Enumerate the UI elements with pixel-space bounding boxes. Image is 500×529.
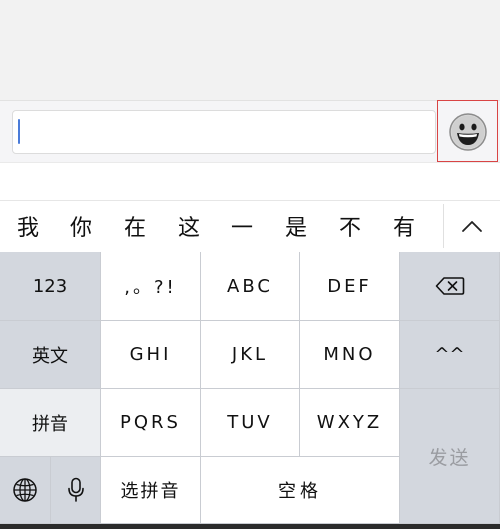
candidate-2[interactable]: 你 [61, 200, 101, 252]
message-input[interactable] [12, 110, 436, 154]
backspace-icon [435, 277, 464, 295]
smiley-face-icon [449, 113, 487, 151]
send-key[interactable]: 发送 [400, 389, 500, 524]
space-key[interactable]: 空格 [201, 457, 400, 524]
candidate-7[interactable]: 不 [330, 200, 370, 252]
def-key[interactable]: DEF [300, 252, 400, 321]
delete-key[interactable] [400, 252, 500, 321]
abc-key[interactable]: ABC [201, 252, 300, 321]
ghi-key[interactable]: GHI [101, 321, 201, 389]
candidate-4[interactable]: 这 [169, 200, 209, 252]
wxyz-key[interactable]: WXYZ [300, 389, 400, 457]
pqrs-key[interactable]: PQRS [101, 389, 201, 457]
numbers-key[interactable]: 123 [0, 252, 101, 321]
microphone-key[interactable] [51, 457, 101, 524]
candidate-3[interactable]: 在 [115, 200, 155, 252]
emoji-button[interactable] [437, 100, 498, 162]
expand-candidates-button[interactable] [444, 200, 500, 252]
jkl-key[interactable]: JKL [201, 321, 300, 389]
candidate-8[interactable]: 有 [384, 200, 424, 252]
bottom-edge [0, 524, 500, 529]
chevron-up-icon [462, 221, 482, 232]
spacer-strip [0, 162, 500, 200]
candidate-1[interactable]: 我 [8, 200, 48, 252]
english-key[interactable]: 英文 [0, 321, 101, 389]
microphone-icon [67, 477, 84, 502]
candidate-6[interactable]: 是 [276, 200, 316, 252]
text-caret [18, 119, 20, 144]
mno-key[interactable]: MNO [300, 321, 400, 389]
punctuation-key[interactable]: ,。?! [101, 252, 201, 321]
tuv-key[interactable]: TUV [201, 389, 300, 457]
globe-key[interactable] [0, 457, 51, 524]
keyboard: 123 ,。?! ABC DEF 英文 GHI JKL MNO ^^ 拼音 PQ… [0, 252, 500, 529]
globe-icon [13, 478, 37, 502]
candidate-5[interactable]: 一 [222, 200, 262, 252]
message-area [0, 0, 500, 100]
pinyin-key[interactable]: 拼音 [0, 389, 101, 457]
select-pinyin-key[interactable]: 选拼音 [101, 457, 201, 524]
emoticon-key[interactable]: ^^ [400, 321, 500, 389]
